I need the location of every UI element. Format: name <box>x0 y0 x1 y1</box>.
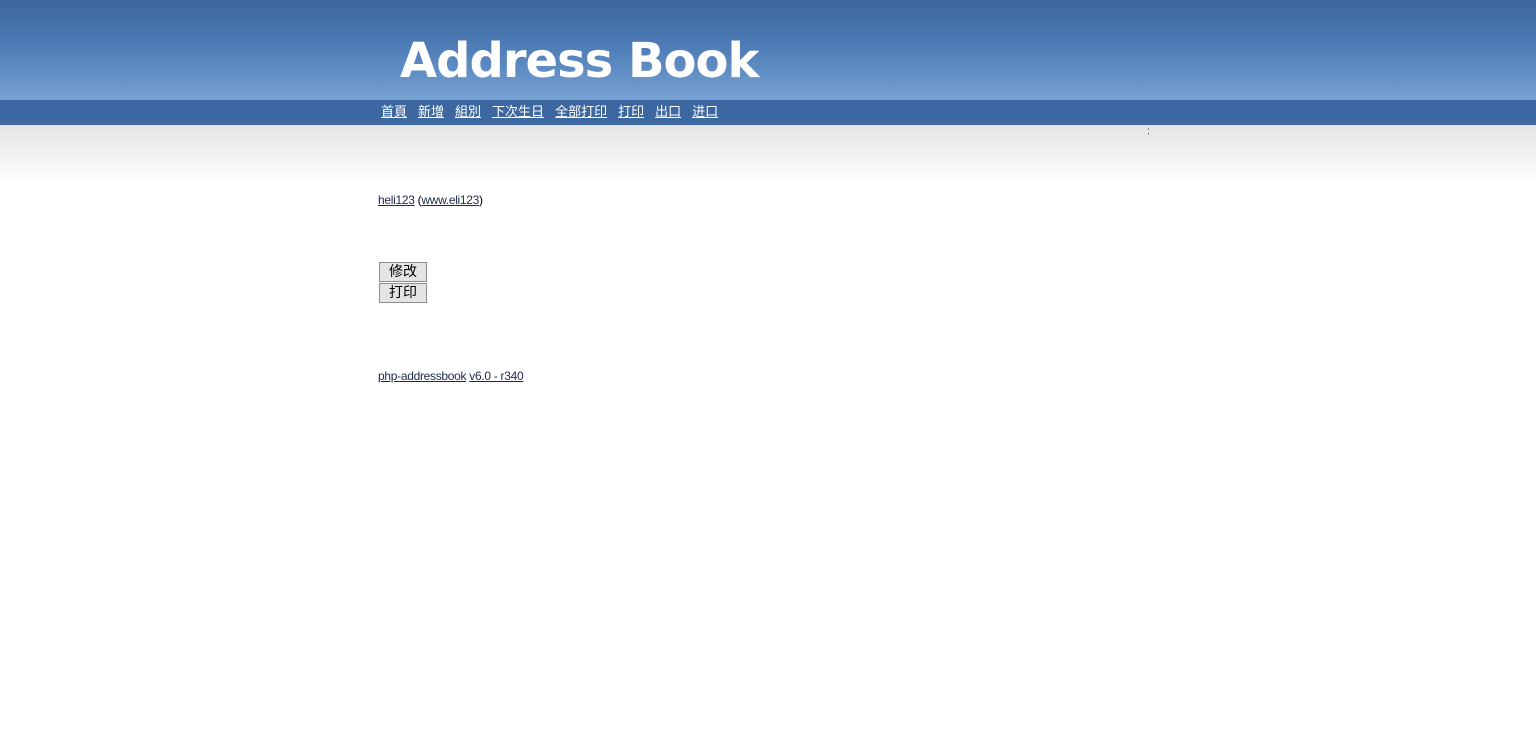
nav-links: 首頁 新增 組別 下次生日 全部打印 打印 出口 进口 <box>381 104 718 120</box>
contact-name-link[interactable]: heli123 <box>378 193 415 207</box>
nav-link-next-birthdays[interactable]: 下次生日 <box>492 104 544 120</box>
nav-link-print-all[interactable]: 全部打印 <box>555 104 607 120</box>
print-button[interactable]: 打印 <box>379 283 427 303</box>
close-paren: ) <box>479 193 483 207</box>
edit-button[interactable]: 修改 <box>379 262 427 282</box>
nav-link-add-new[interactable]: 新增 <box>418 104 444 120</box>
address-book-logo[interactable]: Address Book <box>400 33 759 89</box>
footer: php-addressbook v6.0 - r340 <box>378 368 524 384</box>
contact-website-link[interactable]: www.eli123 <box>421 193 479 207</box>
nav-link-export[interactable]: 出口 <box>655 104 681 120</box>
footer-version-link[interactable]: v6.0 - r340 <box>469 369 523 383</box>
sub-header-bar <box>0 125 1536 185</box>
nav-link-groups[interactable]: 組別 <box>455 104 481 120</box>
footer-app-link[interactable]: php-addressbook <box>378 369 467 383</box>
nav-link-home[interactable]: 首頁 <box>381 104 407 120</box>
nav-bar: 首頁 新增 組別 下次生日 全部打印 打印 出口 进口 <box>0 100 1536 125</box>
header-banner: Address Book <box>0 0 1536 100</box>
nav-link-print[interactable]: 打印 <box>618 104 644 120</box>
contact-line: heli123 (www.eli123) <box>378 192 483 208</box>
status-colon: : <box>1147 126 1150 137</box>
nav-link-import[interactable]: 进口 <box>692 104 718 120</box>
